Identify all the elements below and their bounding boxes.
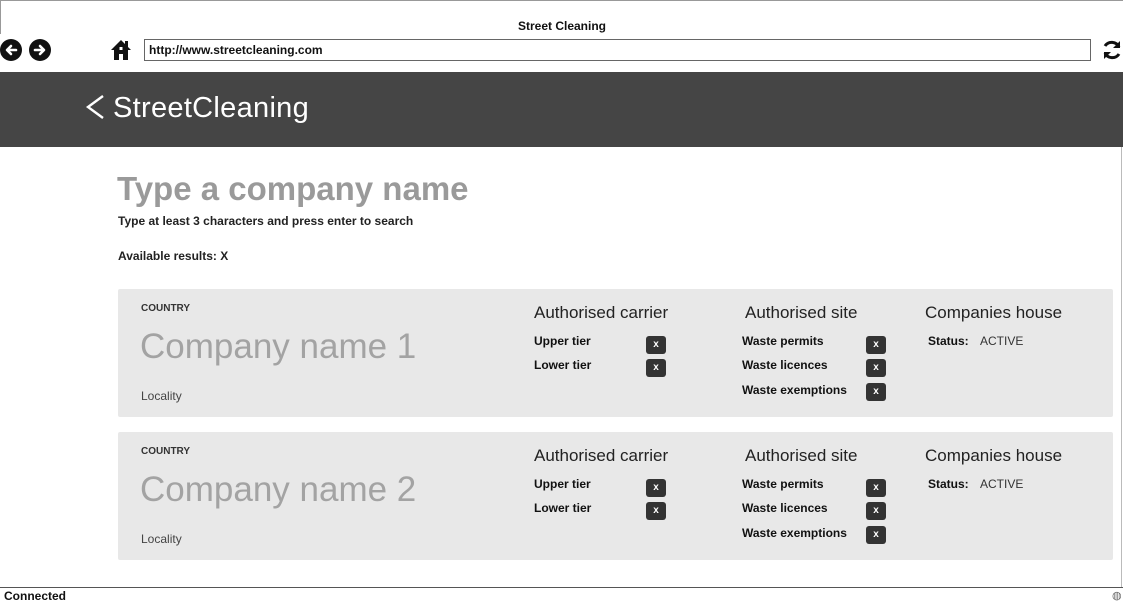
browser-toolbar: http://www.streetcleaning.com xyxy=(0,34,1123,72)
locality-label: Locality xyxy=(141,532,182,546)
upper-tier-label: Upper tier xyxy=(534,334,591,348)
company-name[interactable]: Company name 1 xyxy=(140,327,416,367)
waste-licences-mark: x xyxy=(866,502,886,520)
url-input[interactable]: http://www.streetcleaning.com xyxy=(144,39,1091,61)
lower-tier-mark: x xyxy=(646,359,666,377)
app-brand[interactable]: StreetCleaning xyxy=(113,92,309,125)
home-icon[interactable] xyxy=(109,38,133,62)
authorised-carrier-title: Authorised carrier xyxy=(534,303,669,322)
waste-licences-label: Waste licences xyxy=(742,358,828,372)
authorised-carrier-title: Authorised carrier xyxy=(534,446,669,465)
status-label: Status: xyxy=(928,477,969,491)
result-card[interactable]: COUNTRY Company name 2 Locality Authoris… xyxy=(118,432,1113,560)
connection-status: Connected xyxy=(4,589,67,601)
results-count: Available results: X xyxy=(118,249,229,263)
waste-exemptions-label: Waste exemptions xyxy=(742,383,847,397)
result-card[interactable]: COUNTRY Company name 1 Locality Authoris… xyxy=(118,289,1113,417)
authorised-site-title: Authorised site xyxy=(745,446,858,465)
lower-tier-label: Lower tier xyxy=(534,501,592,515)
companies-house-title: Companies house xyxy=(925,303,1063,322)
window-title: Street Cleaning xyxy=(517,19,607,33)
waste-licences-label: Waste licences xyxy=(742,501,828,515)
company-name[interactable]: Company name 2 xyxy=(140,470,416,510)
locality-label: Locality xyxy=(141,389,182,403)
upper-tier-label: Upper tier xyxy=(534,477,591,491)
waste-permits-mark: x xyxy=(866,336,886,354)
window-titlebar: Street Cleaning xyxy=(0,0,1123,34)
forward-arrow-icon[interactable] xyxy=(29,39,51,61)
lower-tier-label: Lower tier xyxy=(534,358,592,372)
waste-exemptions-mark: x xyxy=(866,383,886,401)
waste-permits-label: Waste permits xyxy=(742,334,824,348)
waste-exemptions-label: Waste exemptions xyxy=(742,526,847,540)
refresh-icon[interactable] xyxy=(1100,38,1123,62)
upper-tier-mark: x xyxy=(646,479,666,497)
status-value: ACTIVE xyxy=(980,477,1024,491)
lower-tier-mark: x xyxy=(646,502,666,520)
search-hint: Type at least 3 characters and press ent… xyxy=(118,214,414,228)
country-label: COUNTRY xyxy=(141,303,191,314)
back-arrow-icon[interactable] xyxy=(0,39,22,61)
status-label: Status: xyxy=(928,334,969,348)
globe-icon: ◍ xyxy=(1112,590,1122,601)
content-divider xyxy=(1121,147,1122,587)
search-heading[interactable]: Type a company name xyxy=(117,170,469,208)
statusbar: Connected ◍ xyxy=(0,587,1123,601)
waste-licences-mark: x xyxy=(866,359,886,377)
companies-house-title: Companies house xyxy=(925,446,1063,465)
authorised-site-title: Authorised site xyxy=(745,303,858,322)
country-label: COUNTRY xyxy=(141,446,191,457)
status-value: ACTIVE xyxy=(980,334,1024,348)
waste-permits-label: Waste permits xyxy=(742,477,824,491)
waste-exemptions-mark: x xyxy=(866,526,886,544)
app-header: StreetCleaning xyxy=(0,72,1123,147)
upper-tier-mark: x xyxy=(646,336,666,354)
chevron-left-icon[interactable] xyxy=(84,92,106,127)
waste-permits-mark: x xyxy=(866,479,886,497)
